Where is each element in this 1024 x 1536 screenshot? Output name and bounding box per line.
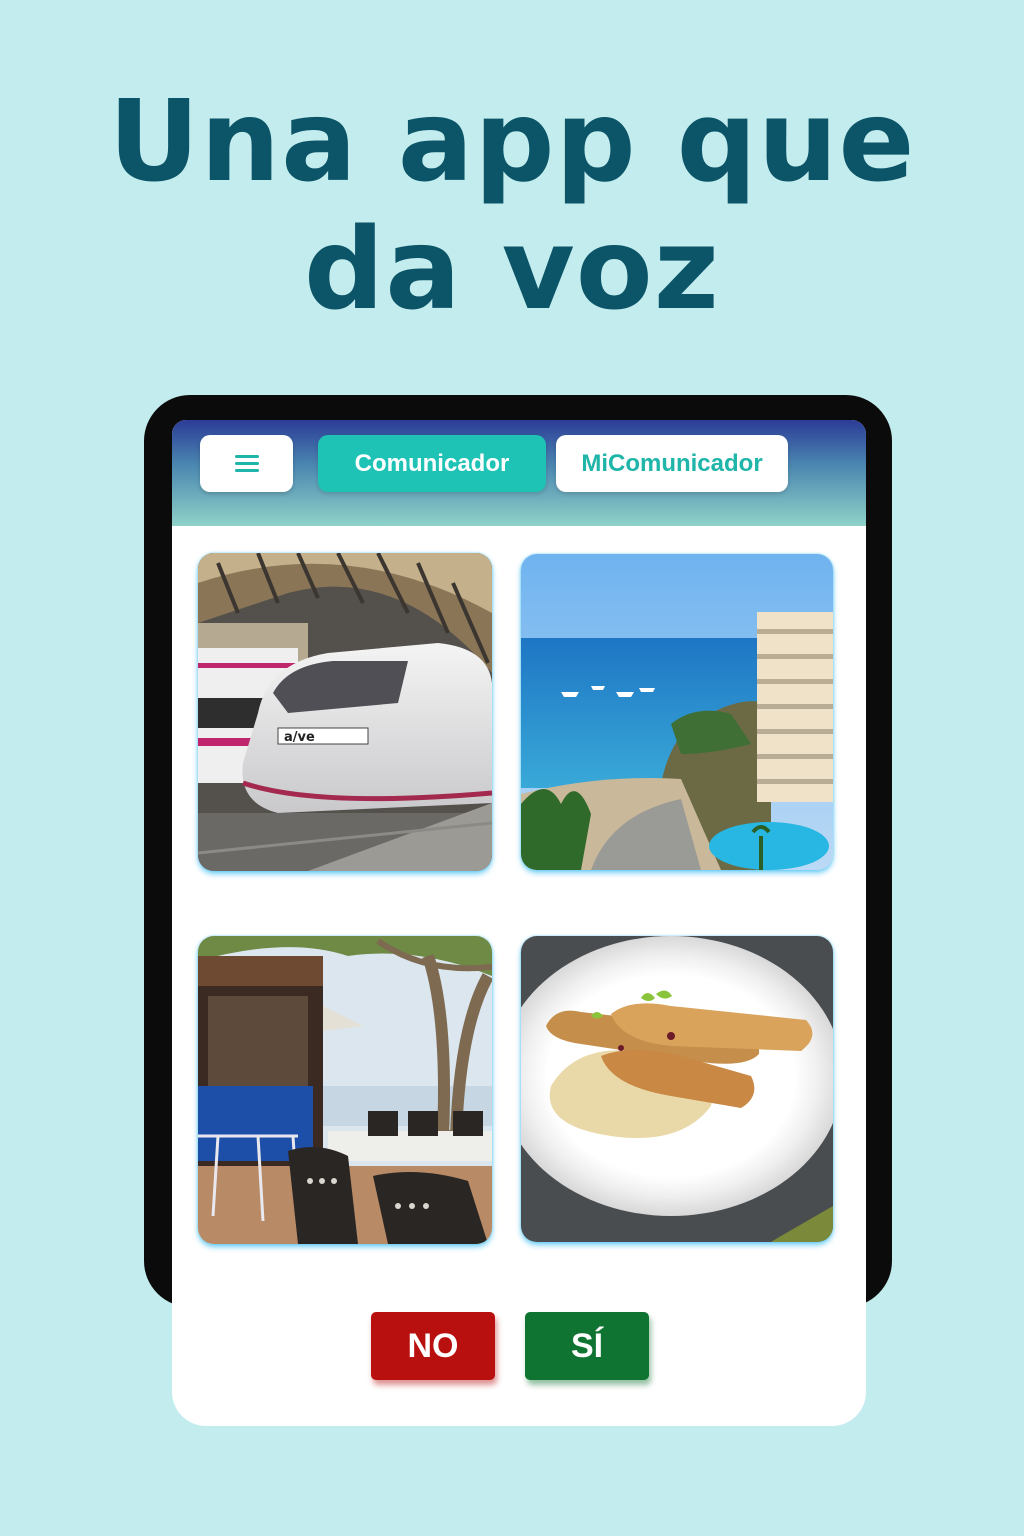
- no-button[interactable]: NO: [371, 1312, 495, 1380]
- food-image: [521, 936, 833, 1242]
- promo-page: Una app que da voz Comunicador MiComunic…: [0, 0, 1024, 1536]
- yes-button[interactable]: SÍ: [525, 1312, 649, 1380]
- menu-button[interactable]: [200, 435, 293, 492]
- pictogram-tile-food[interactable]: [521, 936, 833, 1242]
- beach-image: [521, 554, 833, 870]
- promo-headline: Una app que da voz: [0, 78, 1024, 334]
- pictogram-tile-terrace[interactable]: [198, 936, 492, 1244]
- svg-text:a/ve: a/ve: [284, 730, 315, 745]
- terrace-image: [198, 936, 492, 1244]
- train-image: a/ve: [198, 553, 492, 871]
- tab-micomunicador[interactable]: MiComunicador: [556, 435, 788, 492]
- hamburger-menu-icon: [234, 455, 259, 472]
- headline-line-2: da voz: [304, 205, 720, 335]
- pictogram-tile-train[interactable]: a/ve: [198, 553, 492, 871]
- pictogram-tile-beach[interactable]: [521, 554, 833, 870]
- app-screen: Comunicador MiComunicador a/ve NO SÍ: [172, 420, 866, 1426]
- tab-comunicador[interactable]: Comunicador: [318, 435, 546, 492]
- app-top-bar: Comunicador MiComunicador: [172, 420, 866, 526]
- headline-line-1: Una app que: [108, 77, 916, 207]
